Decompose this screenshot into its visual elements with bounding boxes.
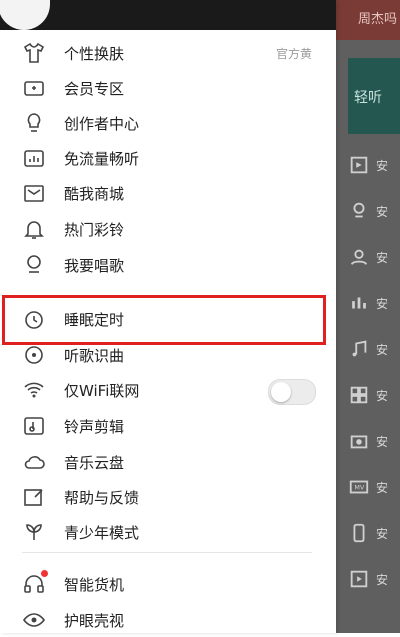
- bg-row: 安: [348, 198, 388, 224]
- phone-icon: [353, 523, 365, 543]
- menu-item-sing[interactable]: 我要唱歌: [22, 248, 322, 282]
- side-drawer: 个性换肤 官方黄 会员专区 创作者中心 免流量畅听 酷我商城 热门彩铃 我要唱歌…: [0, 0, 336, 633]
- underlying-page: 周杰吗 轻听 安 安 安 安 安 安 安 MV 安 安 安: [336, 0, 400, 633]
- mic-icon: [353, 202, 365, 218]
- menu-item-wifi-only[interactable]: 仅WiFi联网: [22, 373, 322, 407]
- menu-label: 青少年模式: [64, 523, 140, 542]
- menu-item-eye-care[interactable]: 护眼壳视: [22, 603, 322, 637]
- music-edit-icon: [24, 417, 44, 435]
- headphone-icon-wrapper: [22, 570, 48, 596]
- vip-card-icon: [24, 81, 44, 96]
- menu-label: 酷我商城: [64, 184, 125, 203]
- bg-row: 安: [348, 290, 388, 316]
- bg-row: 安: [348, 382, 388, 408]
- bg-row: 安: [348, 566, 388, 592]
- highlight-box: [2, 295, 326, 345]
- play-box-icon: [350, 570, 368, 588]
- feedback-edit-icon: [24, 489, 43, 506]
- menu-item-skin[interactable]: 个性换肤 官方黄: [22, 36, 322, 70]
- menu-item-creator[interactable]: 创作者中心: [22, 106, 322, 140]
- menu-label: 帮助与反馈: [64, 488, 140, 507]
- menu-item-teen-mode[interactable]: 青少年模式: [22, 515, 322, 549]
- list-icon: [350, 156, 368, 174]
- menu-label: 铃声剪辑: [64, 417, 125, 436]
- menu-item-vip[interactable]: 会员专区: [22, 71, 322, 105]
- current-skin-text: 官方黄: [275, 46, 312, 61]
- bg-green-text: 轻听: [354, 90, 382, 106]
- bg-row: 安: [348, 244, 388, 270]
- bg-row: MV 安: [348, 474, 388, 500]
- menu-label: 热门彩铃: [64, 220, 125, 239]
- bg-row: 安: [348, 336, 388, 362]
- toggle-knob: [271, 382, 291, 402]
- lightbulb-icon: [27, 113, 41, 132]
- menu-label: 会员专区: [64, 79, 125, 98]
- bars-icon: [352, 297, 366, 309]
- bg-row: 安: [348, 152, 388, 178]
- sprout-icon: [26, 524, 42, 540]
- menu-label: 仅WiFi联网: [64, 381, 140, 400]
- menu-label: 我要唱歌: [64, 256, 125, 275]
- data-bars-icon: [24, 150, 44, 167]
- cloud-icon: [24, 456, 45, 469]
- menu-label: 个性换肤: [64, 44, 125, 63]
- svg-text:MV: MV: [354, 484, 365, 492]
- menu-label: 创作者中心: [64, 114, 140, 133]
- bg-top-banner: 周杰吗: [336, 0, 400, 40]
- menu-label: 智能货机: [64, 575, 125, 594]
- menu-item-cloud-drive[interactable]: 音乐云盘: [22, 445, 322, 479]
- menu-item-free-data[interactable]: 免流量畅听: [22, 141, 322, 175]
- menu-label: 听歌识曲: [64, 346, 125, 365]
- music-note-icon: [352, 340, 367, 357]
- menu-item-ringtone-edit[interactable]: 铃声剪辑: [22, 409, 322, 443]
- wifi-icon: [24, 382, 44, 398]
- bg-top-text: 周杰吗: [358, 12, 398, 27]
- radio-icon: [350, 435, 368, 449]
- mv-icon: MV: [349, 480, 369, 494]
- bell-icon: [24, 221, 44, 239]
- store-icon: [24, 185, 44, 202]
- avatar[interactable]: [0, 0, 50, 30]
- drawer-top-strip: [0, 0, 336, 30]
- microphone-icon: [27, 255, 41, 273]
- divider: [22, 552, 312, 553]
- notification-dot: [41, 570, 48, 577]
- menu-item-ringtone[interactable]: 热门彩铃: [22, 212, 322, 246]
- bg-green-card: 轻听: [348, 58, 400, 134]
- menu-item-smart-device[interactable]: 智能货机: [22, 567, 322, 601]
- disc-icon: [25, 346, 43, 364]
- bg-row: 安: [348, 428, 388, 454]
- menu-item-store[interactable]: 酷我商城: [22, 176, 322, 210]
- menu-label: 免流量畅听: [64, 149, 140, 168]
- menu-label: 音乐云盘: [64, 453, 125, 472]
- user-icon: [350, 249, 368, 265]
- grid-icon: [350, 386, 368, 404]
- shirt-icon: [23, 42, 45, 63]
- eye-icon: [23, 613, 45, 627]
- menu-label: 护眼壳视: [64, 611, 125, 630]
- menu-item-feedback[interactable]: 帮助与反馈: [22, 480, 322, 514]
- bg-row: 安: [348, 520, 388, 546]
- wifi-only-toggle[interactable]: [268, 379, 316, 405]
